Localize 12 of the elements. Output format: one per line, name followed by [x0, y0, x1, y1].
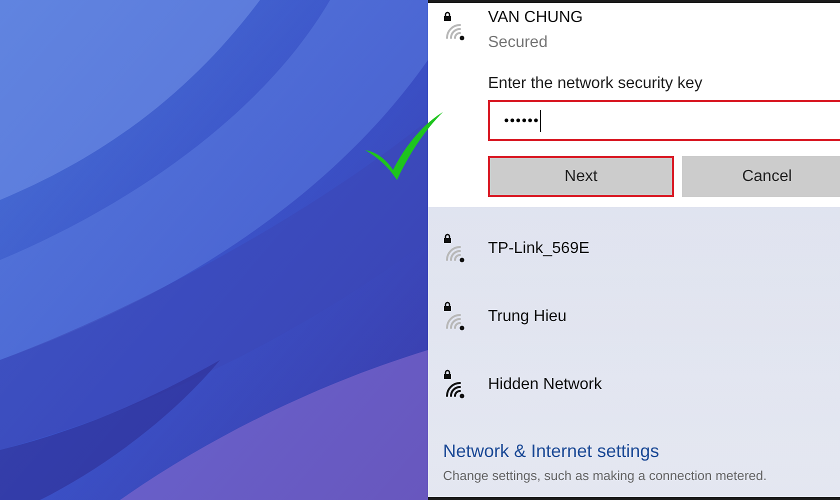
settings-link[interactable]: Network & Internet settings [443, 438, 840, 462]
network-name: VAN CHUNG [488, 8, 584, 28]
settings-description: Change settings, such as making a connection metered. [443, 466, 768, 485]
network-item[interactable]: Trung Hieu [442, 283, 840, 351]
cancel-button[interactable]: Cancel [682, 156, 840, 197]
security-key-field[interactable]: •••••• [488, 100, 840, 141]
network-item[interactable]: TP-Link_569E [442, 215, 840, 283]
network-item[interactable]: Hidden Network [442, 351, 840, 419]
next-button[interactable]: Next [488, 156, 674, 197]
field-label: Enter the network security key [488, 74, 704, 94]
network-status: Secured [488, 33, 549, 53]
check-icon [363, 110, 445, 182]
